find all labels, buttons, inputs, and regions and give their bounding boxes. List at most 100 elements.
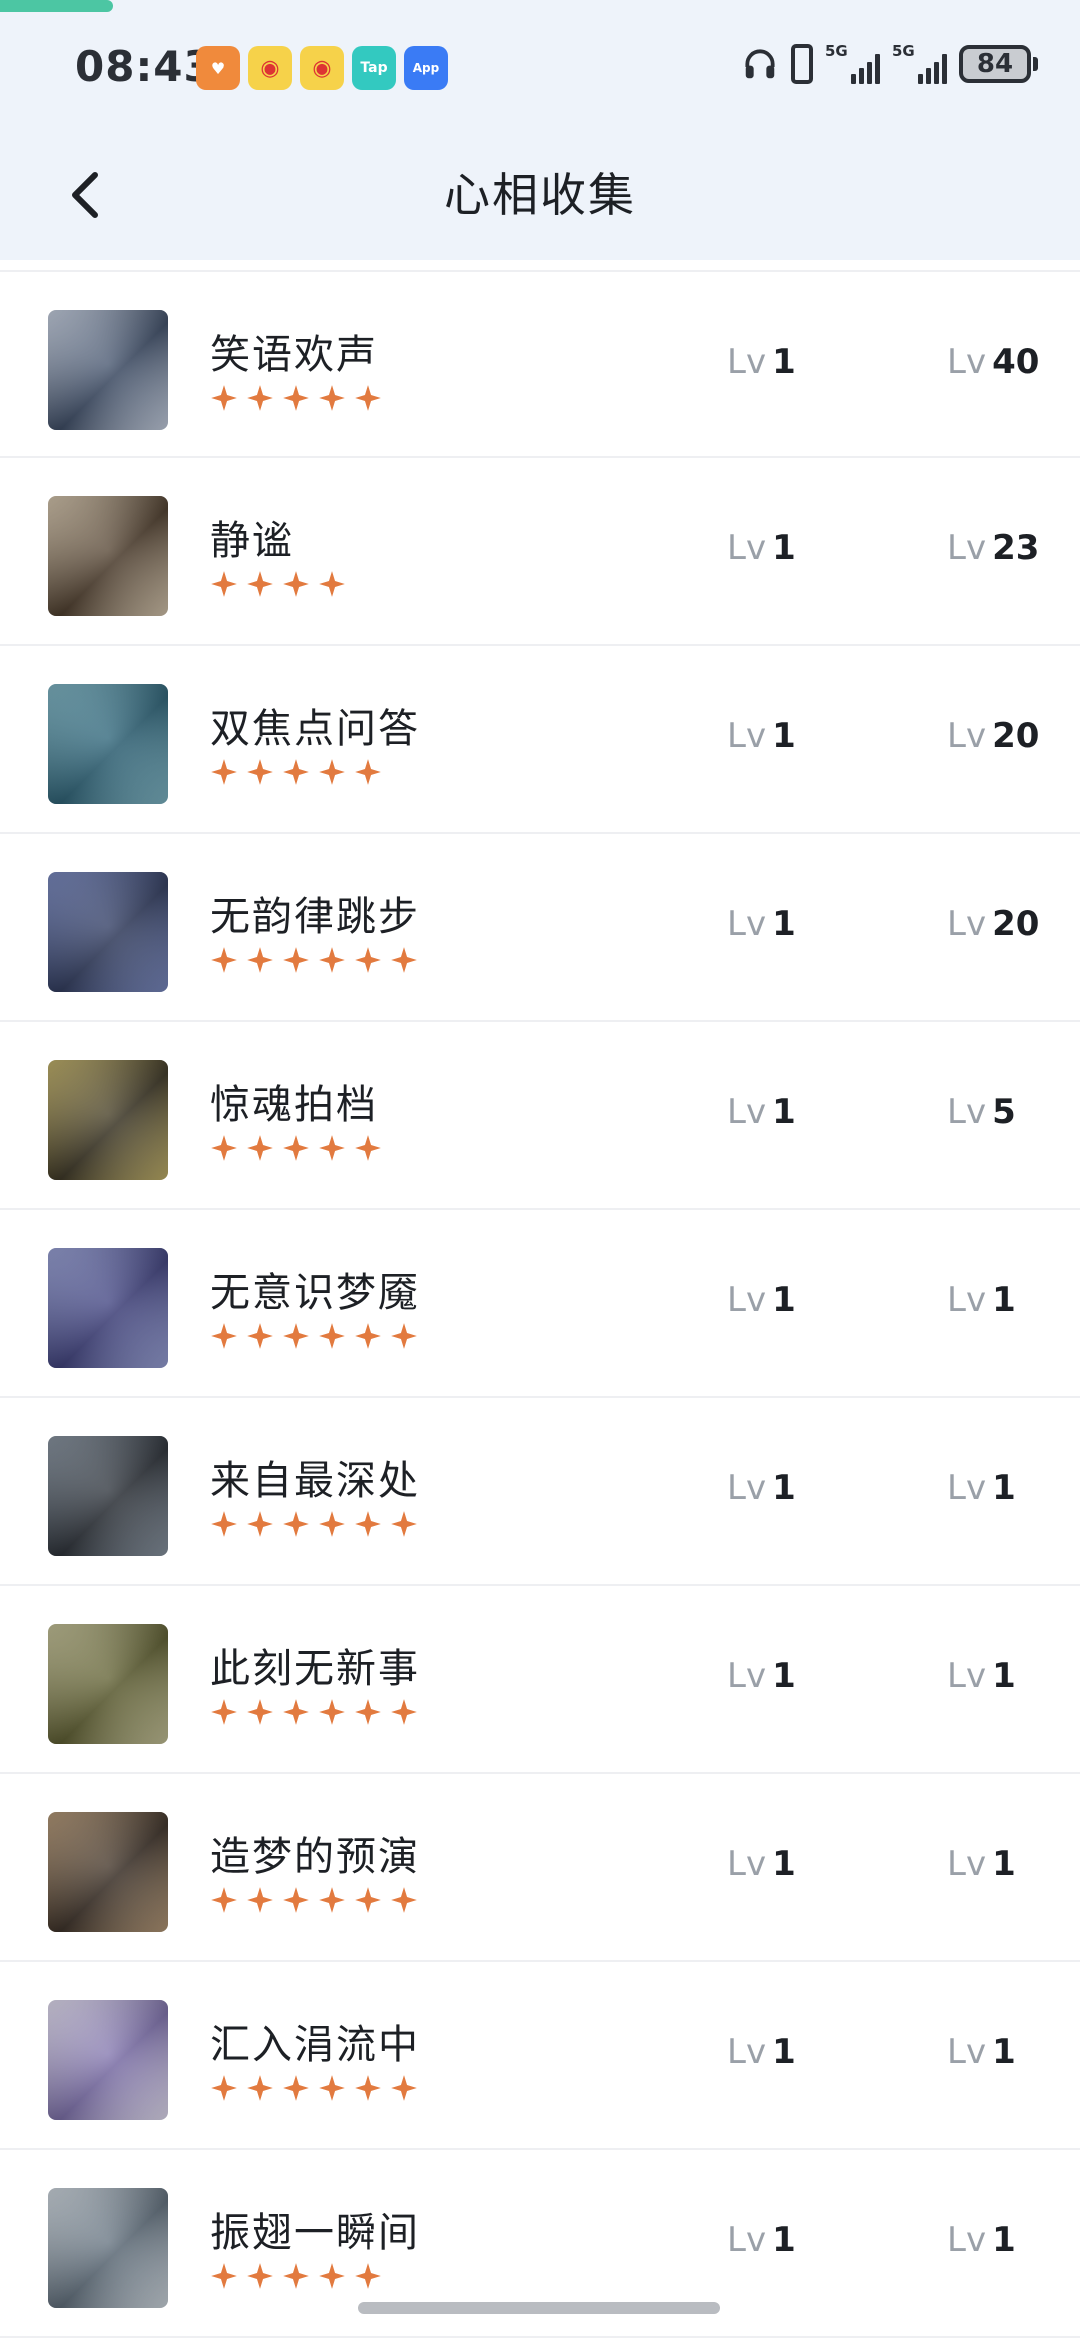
max-level: Lv 20 [947, 716, 1039, 756]
star-icon [247, 2263, 273, 2289]
star-icon [283, 1887, 309, 1913]
progress-accent [0, 0, 113, 12]
star-icon [211, 1511, 237, 1537]
level-value: 1 [992, 1844, 1016, 1884]
star-icon [211, 1699, 237, 1725]
network-label: 5G [892, 42, 915, 60]
level-value: 1 [772, 528, 796, 568]
star-icon [283, 1323, 309, 1349]
level-prefix: Lv [947, 1468, 987, 1508]
headphone-icon [745, 49, 775, 79]
star-icon [247, 947, 273, 973]
list-item[interactable]: 汇入涓流中 Lv 1 Lv 1 [0, 1962, 1080, 2150]
max-level: Lv 1 [947, 1656, 1016, 1696]
list-item[interactable]: 无韵律跳步 Lv 1 Lv 20 [0, 834, 1080, 1022]
star-icon [355, 1699, 381, 1725]
signal-bar [851, 74, 856, 84]
item-name: 静谧 [210, 518, 294, 564]
list-item[interactable]: 此刻无新事 Lv 1 Lv 1 [0, 1586, 1080, 1774]
list-item[interactable]: 来自最深处 Lv 1 Lv 1 [0, 1398, 1080, 1586]
vibrate-icon [791, 44, 813, 84]
star-rating [210, 2262, 382, 2290]
star-icon [355, 1135, 381, 1161]
star-icon [247, 1511, 273, 1537]
level-prefix: Lv [947, 904, 987, 944]
signal-bar [867, 62, 872, 84]
star-rating [210, 570, 346, 598]
notification-app-icons: ♥ ◉ ◉ Tap App [196, 46, 448, 90]
current-level: Lv 1 [727, 1844, 796, 1884]
list-item[interactable]: 无意识梦魇 Lv 1 Lv 1 [0, 1210, 1080, 1398]
signal-bar [942, 54, 947, 84]
star-icon [355, 385, 381, 411]
list-item[interactable]: 静谧 Lv 1 Lv 23 [0, 458, 1080, 646]
battery-icon: 84 [959, 45, 1038, 83]
avatar [48, 496, 168, 616]
item-name: 惊魂拍档 [210, 1082, 378, 1128]
star-icon [211, 947, 237, 973]
level-value: 1 [772, 1468, 796, 1508]
weibo-app-icon: ◉ [300, 46, 344, 90]
avatar [48, 2000, 168, 2120]
item-name: 此刻无新事 [210, 1646, 420, 1692]
level-prefix: Lv [947, 1844, 987, 1884]
list-item[interactable]: 双焦点问答 Lv 1 Lv 20 [0, 646, 1080, 834]
status-time: 08:43 [75, 42, 214, 91]
avatar [48, 1060, 168, 1180]
level-value: 1 [772, 342, 796, 382]
level-prefix: Lv [727, 342, 767, 382]
star-icon [355, 947, 381, 973]
avatar [48, 310, 168, 430]
level-value: 1 [772, 716, 796, 756]
home-indicator[interactable] [358, 2302, 720, 2314]
star-icon [211, 385, 237, 411]
level-value: 1 [772, 1656, 796, 1696]
star-icon [355, 1323, 381, 1349]
star-icon [355, 2075, 381, 2101]
star-icon [283, 2263, 309, 2289]
star-icon [355, 1511, 381, 1537]
star-icon [283, 571, 309, 597]
star-icon [319, 1135, 345, 1161]
tap-app-icon: Tap [352, 46, 396, 90]
level-value: 5 [992, 1092, 1016, 1132]
star-icon [391, 947, 417, 973]
star-icon [211, 759, 237, 785]
max-level: Lv 5 [947, 1092, 1016, 1132]
star-icon [283, 385, 309, 411]
level-prefix: Lv [727, 528, 767, 568]
star-icon [391, 1699, 417, 1725]
network-label: 5G [825, 42, 848, 60]
star-icon [319, 1323, 345, 1349]
battery-tip [1033, 57, 1038, 71]
list-item[interactable]: 惊魂拍档 Lv 1 Lv 5 [0, 1022, 1080, 1210]
level-value: 40 [992, 342, 1040, 382]
star-icon [247, 1887, 273, 1913]
battery-level: 84 [959, 45, 1031, 83]
level-value: 1 [772, 1280, 796, 1320]
star-icon [211, 1887, 237, 1913]
signal-bar [859, 68, 864, 84]
list-item[interactable]: 笑语欢声 Lv 1 Lv 40 [0, 270, 1080, 458]
star-icon [391, 1323, 417, 1349]
level-prefix: Lv [947, 1280, 987, 1320]
collection-list: 笑语欢声 Lv 1 Lv 40 静谧 Lv 1 Lv 23 双焦点问答 Lv 1 Lv 20 无韵律跳步 Lv 1… [0, 270, 1080, 2338]
star-rating [210, 946, 418, 974]
star-icon [391, 1887, 417, 1913]
star-icon [319, 1699, 345, 1725]
max-level: Lv 1 [947, 2032, 1016, 2072]
star-icon [211, 2075, 237, 2101]
list-item[interactable]: 造梦的预演 Lv 1 Lv 1 [0, 1774, 1080, 1962]
level-value: 1 [992, 1656, 1016, 1696]
level-value: 1 [992, 1468, 1016, 1508]
level-prefix: Lv [727, 2032, 767, 2072]
page-header: 心相收集 [0, 130, 1080, 260]
level-prefix: Lv [727, 1468, 767, 1508]
level-value: 1 [772, 1092, 796, 1132]
star-icon [283, 1135, 309, 1161]
max-level: Lv 1 [947, 1468, 1016, 1508]
item-name: 振翅一瞬间 [210, 2210, 420, 2256]
item-name: 造梦的预演 [210, 1834, 420, 1880]
star-icon [247, 385, 273, 411]
current-level: Lv 1 [727, 342, 796, 382]
